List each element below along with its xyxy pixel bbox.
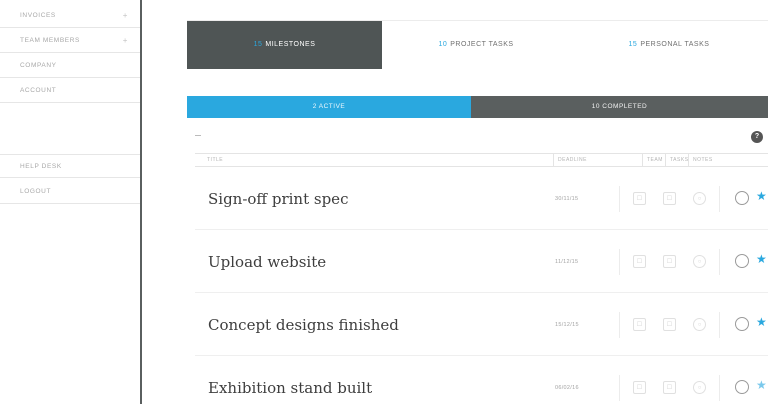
sidebar-item-label: ACCOUNT [20,87,57,94]
sidebar-item-company[interactable]: COMPANY [0,54,140,78]
column-tasks[interactable]: TASKS [665,154,689,167]
tab-label: PERSONAL TASKS [640,41,710,48]
filter-row [195,128,755,142]
cell-divider [619,375,620,401]
milestone-deadline: 15/12/15 [555,322,579,328]
star-icon[interactable]: ★ [756,378,767,392]
table-row[interactable]: Sign-off print spec 30/11/15 ☐ ☐ ○ ★ [195,168,768,230]
team-icon[interactable]: ☐ [633,192,646,205]
sidebar-item-label: COMPANY [20,62,57,69]
column-deadline[interactable]: DEADLINE [553,154,587,167]
sidebar: INVOICES + TEAM MEMBERS + COMPANY ACCOUN… [0,0,140,404]
tab-label: PROJECT TASKS [450,41,514,48]
sidebar-item-team-members[interactable]: TEAM MEMBERS + [0,29,140,53]
tab-milestones[interactable]: 15 MILESTONES [187,21,382,69]
table-row[interactable]: Concept designs finished 15/12/15 ☐ ☐ ○ … [195,294,768,356]
milestone-title: Concept designs finished [208,316,399,334]
star-icon[interactable]: ★ [756,189,767,203]
sidebar-item-label: HELP DESK [20,163,62,170]
plus-icon[interactable]: + [123,4,128,28]
dash-icon [195,135,201,136]
active-filter-button[interactable]: 2 ACTIVE [187,96,471,118]
column-notes[interactable]: NOTES [688,154,713,167]
milestone-deadline: 06/02/16 [555,385,579,391]
tasks-icon[interactable]: ☐ [663,192,676,205]
team-icon[interactable]: ☐ [633,255,646,268]
notes-icon[interactable]: ○ [693,381,706,394]
team-icon[interactable]: ☐ [633,381,646,394]
milestone-title: Upload website [208,253,327,271]
tab-count: 10 [438,41,448,48]
cell-divider [619,312,620,338]
sidebar-divider [140,0,142,404]
complete-toggle[interactable] [735,380,749,394]
table-header: TITLE DEADLINE TEAM TASKS NOTES [195,153,768,167]
completed-filter-button[interactable]: 10 COMPLETED [471,96,768,118]
tab-personal-tasks[interactable]: 15 PERSONAL TASKS [570,21,768,69]
notes-icon[interactable]: ○ [693,255,706,268]
notes-icon[interactable]: ○ [693,318,706,331]
cell-divider [719,249,720,275]
sidebar-item-account[interactable]: ACCOUNT [0,79,140,103]
tab-count: 15 [628,41,638,48]
tab-label: MILESTONES [265,41,316,48]
milestone-deadline: 30/11/15 [555,196,579,202]
sidebar-item-invoices[interactable]: INVOICES + [0,4,140,28]
tab-count: 15 [253,41,263,48]
view-tabs: 15 MILESTONES 10 PROJECT TASKS 15 PERSONAL … [187,20,768,69]
table-row[interactable]: Exhibition stand built 06/02/16 ☐ ☐ ○ ★ [195,357,768,404]
notes-icon[interactable]: ○ [693,192,706,205]
complete-toggle[interactable] [735,317,749,331]
cell-divider [619,249,620,275]
milestone-deadline: 11/12/15 [555,259,579,265]
milestone-title: Exhibition stand built [208,379,373,397]
cell-divider [619,186,620,212]
help-icon[interactable]: ? [751,131,763,143]
tasks-icon[interactable]: ☐ [663,381,676,394]
sidebar-item-label: LOGOUT [20,188,52,195]
tasks-icon[interactable]: ☐ [663,318,676,331]
column-title[interactable]: TITLE [207,154,223,167]
cell-divider [719,375,720,401]
cell-divider [719,186,720,212]
table-row[interactable]: Upload website 11/12/15 ☐ ☐ ○ ★ [195,231,768,293]
column-team[interactable]: TEAM [642,154,663,167]
tab-project-tasks[interactable]: 10 PROJECT TASKS [382,21,570,69]
sidebar-item-label: TEAM MEMBERS [20,37,80,44]
star-icon[interactable]: ★ [756,315,767,329]
complete-toggle[interactable] [735,191,749,205]
tasks-icon[interactable]: ☐ [663,255,676,268]
milestone-title: Sign-off print spec [208,190,349,208]
sidebar-item-logout[interactable]: LOGOUT [0,180,140,204]
plus-icon[interactable]: + [123,29,128,53]
complete-toggle[interactable] [735,254,749,268]
team-icon[interactable]: ☐ [633,318,646,331]
star-icon[interactable]: ★ [756,252,767,266]
sidebar-item-label: INVOICES [20,12,56,19]
cell-divider [719,312,720,338]
sidebar-item-help-desk[interactable]: HELP DESK [0,154,140,178]
